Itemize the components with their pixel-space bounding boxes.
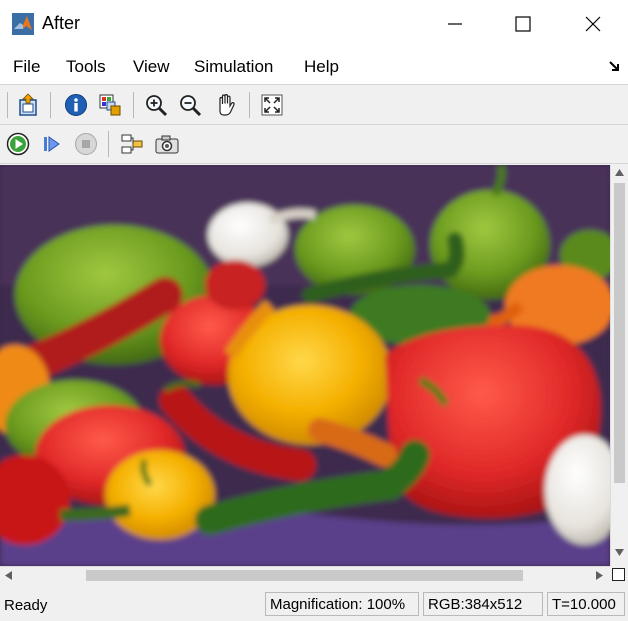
- menu-help[interactable]: Help: [304, 57, 339, 77]
- image-toolbar: [0, 86, 628, 125]
- scroll-up-icon[interactable]: [615, 169, 624, 176]
- close-icon: [585, 16, 601, 32]
- toolbar-separator: [249, 92, 250, 118]
- image-info-button[interactable]: [62, 91, 90, 119]
- menu-simulation[interactable]: Simulation: [194, 57, 273, 77]
- toolbar-separator: [133, 92, 134, 118]
- toolbar-separator: [108, 131, 109, 157]
- stop-icon: [75, 133, 97, 155]
- maximize-icon: [515, 16, 531, 32]
- fit-to-window-button[interactable]: [258, 91, 286, 119]
- status-bar: Ready Magnification: 100% RGB:384x512 T=…: [0, 588, 628, 621]
- zoom-in-button[interactable]: [142, 91, 170, 119]
- stop-button[interactable]: [72, 130, 100, 158]
- title-bar: After: [0, 0, 628, 48]
- pixel-region-icon: [99, 94, 121, 116]
- status-ready: Ready: [4, 597, 48, 614]
- start-button[interactable]: [4, 130, 32, 158]
- snapshot-button[interactable]: [153, 130, 181, 158]
- menu-bar: File Tools View Simulation Help: [0, 48, 628, 85]
- print-to-figure-icon: [19, 93, 37, 116]
- minimize-icon: [448, 23, 462, 25]
- snapshot-icon: [155, 135, 179, 154]
- menu-view[interactable]: View: [133, 57, 170, 77]
- vertical-scroll-thumb[interactable]: [614, 183, 625, 483]
- dock-arrow-icon[interactable]: [608, 60, 620, 72]
- status-rgb: RGB:384x512: [423, 592, 543, 616]
- menu-file[interactable]: File: [13, 57, 40, 77]
- close-button[interactable]: [558, 0, 628, 48]
- scroll-down-icon[interactable]: [615, 549, 624, 556]
- fit-to-window-icon: [261, 94, 283, 116]
- zoom-out-button[interactable]: [176, 91, 204, 119]
- window-title: After: [42, 13, 81, 33]
- step-forward-icon: [44, 136, 60, 152]
- zoom-out-icon: [180, 95, 202, 117]
- image-viewport[interactable]: [0, 165, 610, 566]
- menu-tools[interactable]: Tools: [66, 57, 106, 77]
- toolbar-grip: [7, 92, 8, 118]
- print-to-figure-button[interactable]: [14, 91, 42, 119]
- minimize-button[interactable]: [420, 0, 490, 48]
- scroll-corner: [610, 566, 628, 584]
- scroll-left-icon[interactable]: [5, 571, 12, 580]
- status-time: T=10.000: [547, 592, 625, 616]
- peppers-image: [0, 165, 610, 566]
- maximize-button[interactable]: [488, 0, 558, 48]
- horizontal-scrollbar[interactable]: [0, 566, 610, 584]
- info-icon: [65, 94, 87, 116]
- zoom-in-icon: [146, 95, 168, 117]
- library-browser-icon: [121, 134, 143, 154]
- simulation-toolbar: [0, 125, 628, 164]
- vertical-scrollbar[interactable]: [610, 165, 628, 566]
- start-icon: [6, 132, 30, 156]
- toolbar-separator: [50, 92, 51, 118]
- horizontal-scroll-thumb[interactable]: [86, 570, 523, 581]
- status-magnification: Magnification: 100%: [265, 592, 419, 616]
- pan-hand-icon: [219, 93, 235, 116]
- matlab-icon: [12, 13, 34, 35]
- library-browser-button[interactable]: [118, 130, 146, 158]
- pixel-region-button[interactable]: [96, 91, 124, 119]
- pan-button[interactable]: [212, 91, 240, 119]
- scroll-corner-box: [612, 568, 625, 581]
- step-forward-button[interactable]: [38, 130, 66, 158]
- scroll-right-icon[interactable]: [596, 571, 603, 580]
